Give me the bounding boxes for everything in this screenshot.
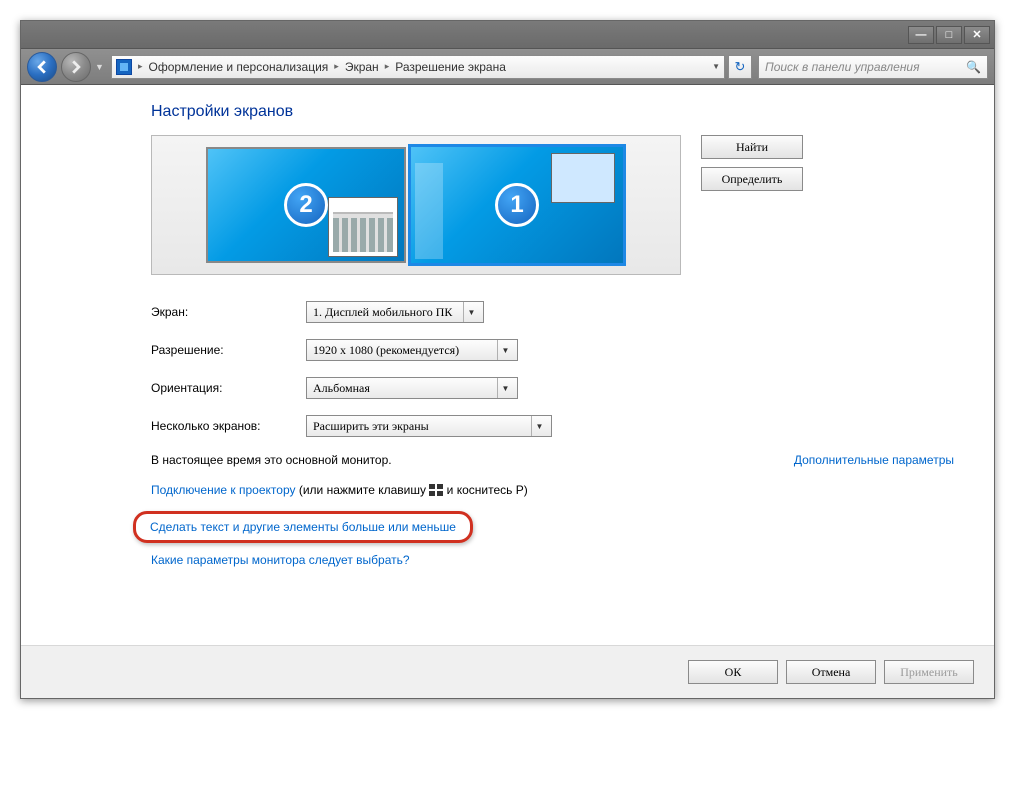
projector-line: Подключение к проектору (или нажмите кла… (151, 483, 954, 497)
resolution-select[interactable]: 1920 x 1080 (рекомендуется) ▼ (306, 339, 518, 361)
content-area: Настройки экранов 2 1 Найти Определить Э… (21, 85, 994, 645)
monitor-number: 2 (284, 183, 328, 227)
search-input[interactable]: Поиск в панели управления 🔍 (758, 55, 988, 79)
breadcrumb-item[interactable]: Оформление и персонализация (149, 60, 329, 74)
page-title: Настройки экранов (151, 103, 954, 121)
main-monitor-text: В настоящее время это основной монитор. (151, 453, 392, 467)
monitor-preview: 2 1 Найти Определить (151, 135, 954, 275)
search-icon: 🔍 (966, 60, 981, 74)
display-select[interactable]: 1. Дисплей мобильного ПК ▼ (306, 301, 484, 323)
resize-text-link[interactable]: Сделать текст и другие элементы больше и… (150, 520, 456, 534)
display-value: 1. Дисплей мобильного ПК (313, 305, 452, 320)
back-button[interactable] (27, 52, 57, 82)
forward-button[interactable] (61, 52, 91, 82)
monitor-number: 1 (495, 183, 539, 227)
control-panel-icon (116, 59, 132, 75)
main-monitor-note: В настоящее время это основной монитор. … (151, 453, 954, 467)
chevron-down-icon: ▼ (531, 416, 547, 436)
projector-link[interactable]: Подключение к проектору (151, 483, 296, 497)
orientation-label: Ориентация: (151, 381, 306, 395)
ok-button[interactable]: ОК (688, 660, 778, 684)
chevron-down-icon[interactable]: ▼ (712, 62, 720, 71)
find-button[interactable]: Найти (701, 135, 803, 159)
monitor-taskbar-icon (415, 163, 443, 259)
multi-label: Несколько экранов: (151, 419, 306, 433)
chevron-down-icon: ▼ (497, 340, 513, 360)
windows-key-icon (429, 484, 443, 496)
footer: ОК Отмена Применить (21, 645, 994, 698)
monitor-window-icon (551, 153, 615, 203)
chevron-right-icon: ▸ (385, 61, 390, 72)
advanced-settings-link[interactable]: Дополнительные параметры (794, 453, 954, 467)
projector-suffix: (или нажмите клавишу (296, 483, 430, 497)
which-settings-link[interactable]: Какие параметры монитора следует выбрать… (151, 553, 410, 567)
refresh-button[interactable]: ↻ (728, 55, 752, 79)
resolution-label: Разрешение: (151, 343, 306, 357)
titlebar: — □ ✕ (21, 21, 994, 49)
nav-history-dropdown[interactable]: ▼ (95, 62, 107, 72)
resolution-value: 1920 x 1080 (рекомендуется) (313, 343, 459, 358)
apply-button[interactable]: Применить (884, 660, 974, 684)
breadcrumb-item[interactable]: Экран (345, 60, 379, 74)
monitor-2[interactable]: 2 (206, 147, 406, 263)
identify-button[interactable]: Определить (701, 167, 803, 191)
chevron-down-icon: ▼ (497, 378, 513, 398)
chevron-right-icon: ▸ (138, 61, 143, 72)
breadcrumb[interactable]: ▸ Оформление и персонализация ▸ Экран ▸ … (111, 55, 725, 79)
minimize-button[interactable]: — (908, 26, 934, 44)
maximize-button[interactable]: □ (936, 26, 962, 44)
multi-value: Расширить эти экраны (313, 419, 429, 434)
monitor-1[interactable]: 1 (408, 144, 626, 266)
search-placeholder: Поиск в панели управления (765, 60, 920, 74)
window: — □ ✕ ▼ ▸ Оформление и персонализация ▸ … (20, 20, 995, 699)
projector-suffix2: и коснитесь P) (443, 483, 527, 497)
monitor-arrangement[interactable]: 2 1 (151, 135, 681, 275)
display-label: Экран: (151, 305, 306, 319)
breadcrumb-item[interactable]: Разрешение экрана (395, 60, 506, 74)
close-button[interactable]: ✕ (964, 26, 990, 44)
monitor-window-icon (328, 197, 398, 257)
cancel-button[interactable]: Отмена (786, 660, 876, 684)
chevron-down-icon: ▼ (463, 302, 479, 322)
chevron-right-icon: ▸ (334, 61, 339, 72)
orientation-value: Альбомная (313, 381, 370, 396)
multi-display-select[interactable]: Расширить эти экраны ▼ (306, 415, 552, 437)
navbar: ▼ ▸ Оформление и персонализация ▸ Экран … (21, 49, 994, 85)
orientation-select[interactable]: Альбомная ▼ (306, 377, 518, 399)
highlight-annotation: Сделать текст и другие элементы больше и… (133, 511, 473, 543)
